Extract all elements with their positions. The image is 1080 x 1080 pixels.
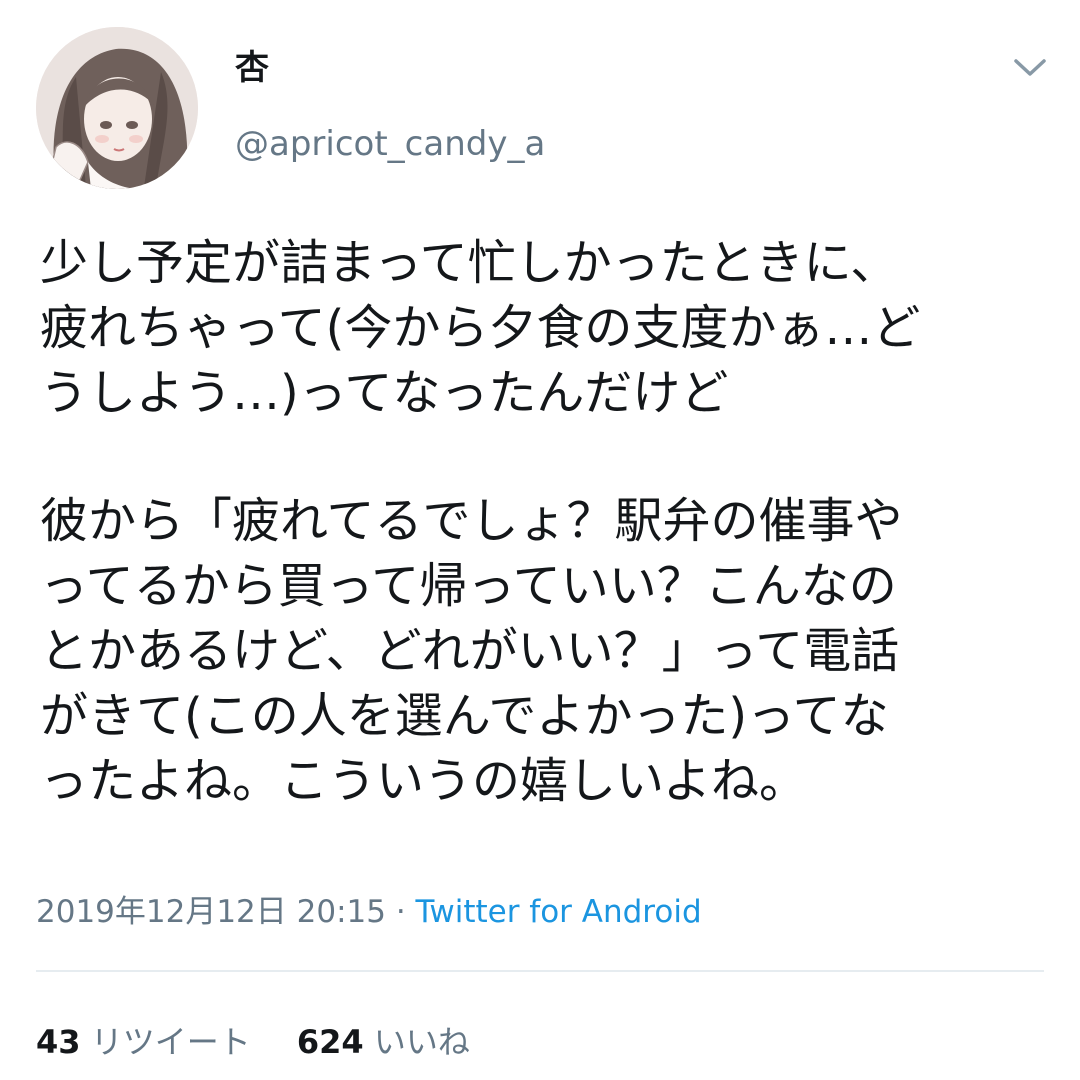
retweets-label: リツイート	[90, 1023, 251, 1061]
tweet-meta: 2019年12月12日 20:15 · Twitter for Android	[36, 890, 702, 934]
source-link[interactable]: Twitter for Android	[416, 894, 702, 930]
tweet-line: 疲れちゃって(今から夕食の支度かぁ…ど	[40, 300, 921, 356]
tweet-line: がきて(この人を選んでよかった)ってな	[40, 688, 889, 744]
tweet-line: ってるから買って帰っていい？こんなの	[40, 558, 897, 614]
retweets-count: 43	[36, 1023, 81, 1061]
avatar-illustration	[36, 27, 198, 189]
avatar[interactable]	[36, 27, 198, 189]
retweets-stat[interactable]: 43 リツイート	[36, 1020, 251, 1064]
likes-label: いいね	[373, 1023, 470, 1061]
tweet-stats: 43 リツイート 624 いいね	[36, 1020, 506, 1064]
likes-count: 624	[296, 1023, 364, 1061]
likes-stat[interactable]: 624 いいね	[297, 1020, 470, 1064]
display-name[interactable]: 杏	[235, 46, 269, 90]
user-handle[interactable]: @apricot_candy_a	[235, 122, 545, 166]
timestamp[interactable]: 2019年12月12日 20:15	[36, 894, 386, 930]
divider	[36, 970, 1044, 972]
tweet-line: 彼から「疲れてるでしょ？駅弁の催事や	[40, 493, 903, 549]
tweet-text: 少し予定が詰まって忙しかったときに、 疲れちゃって(今から夕食の支度かぁ…ど う…	[40, 231, 1060, 814]
tweet-line: 少し予定が詰まって忙しかったときに、	[40, 235, 899, 291]
chevron-down-icon[interactable]	[1006, 50, 1054, 86]
tweet-line: とかあるけど、どれがいい？」って電話	[40, 623, 900, 679]
meta-separator: ·	[385, 894, 416, 930]
tweet-line: ったよね。こういうの嬉しいよね。	[40, 753, 808, 809]
tweet-line: うしよう…)ってなったんだけど	[40, 365, 729, 421]
